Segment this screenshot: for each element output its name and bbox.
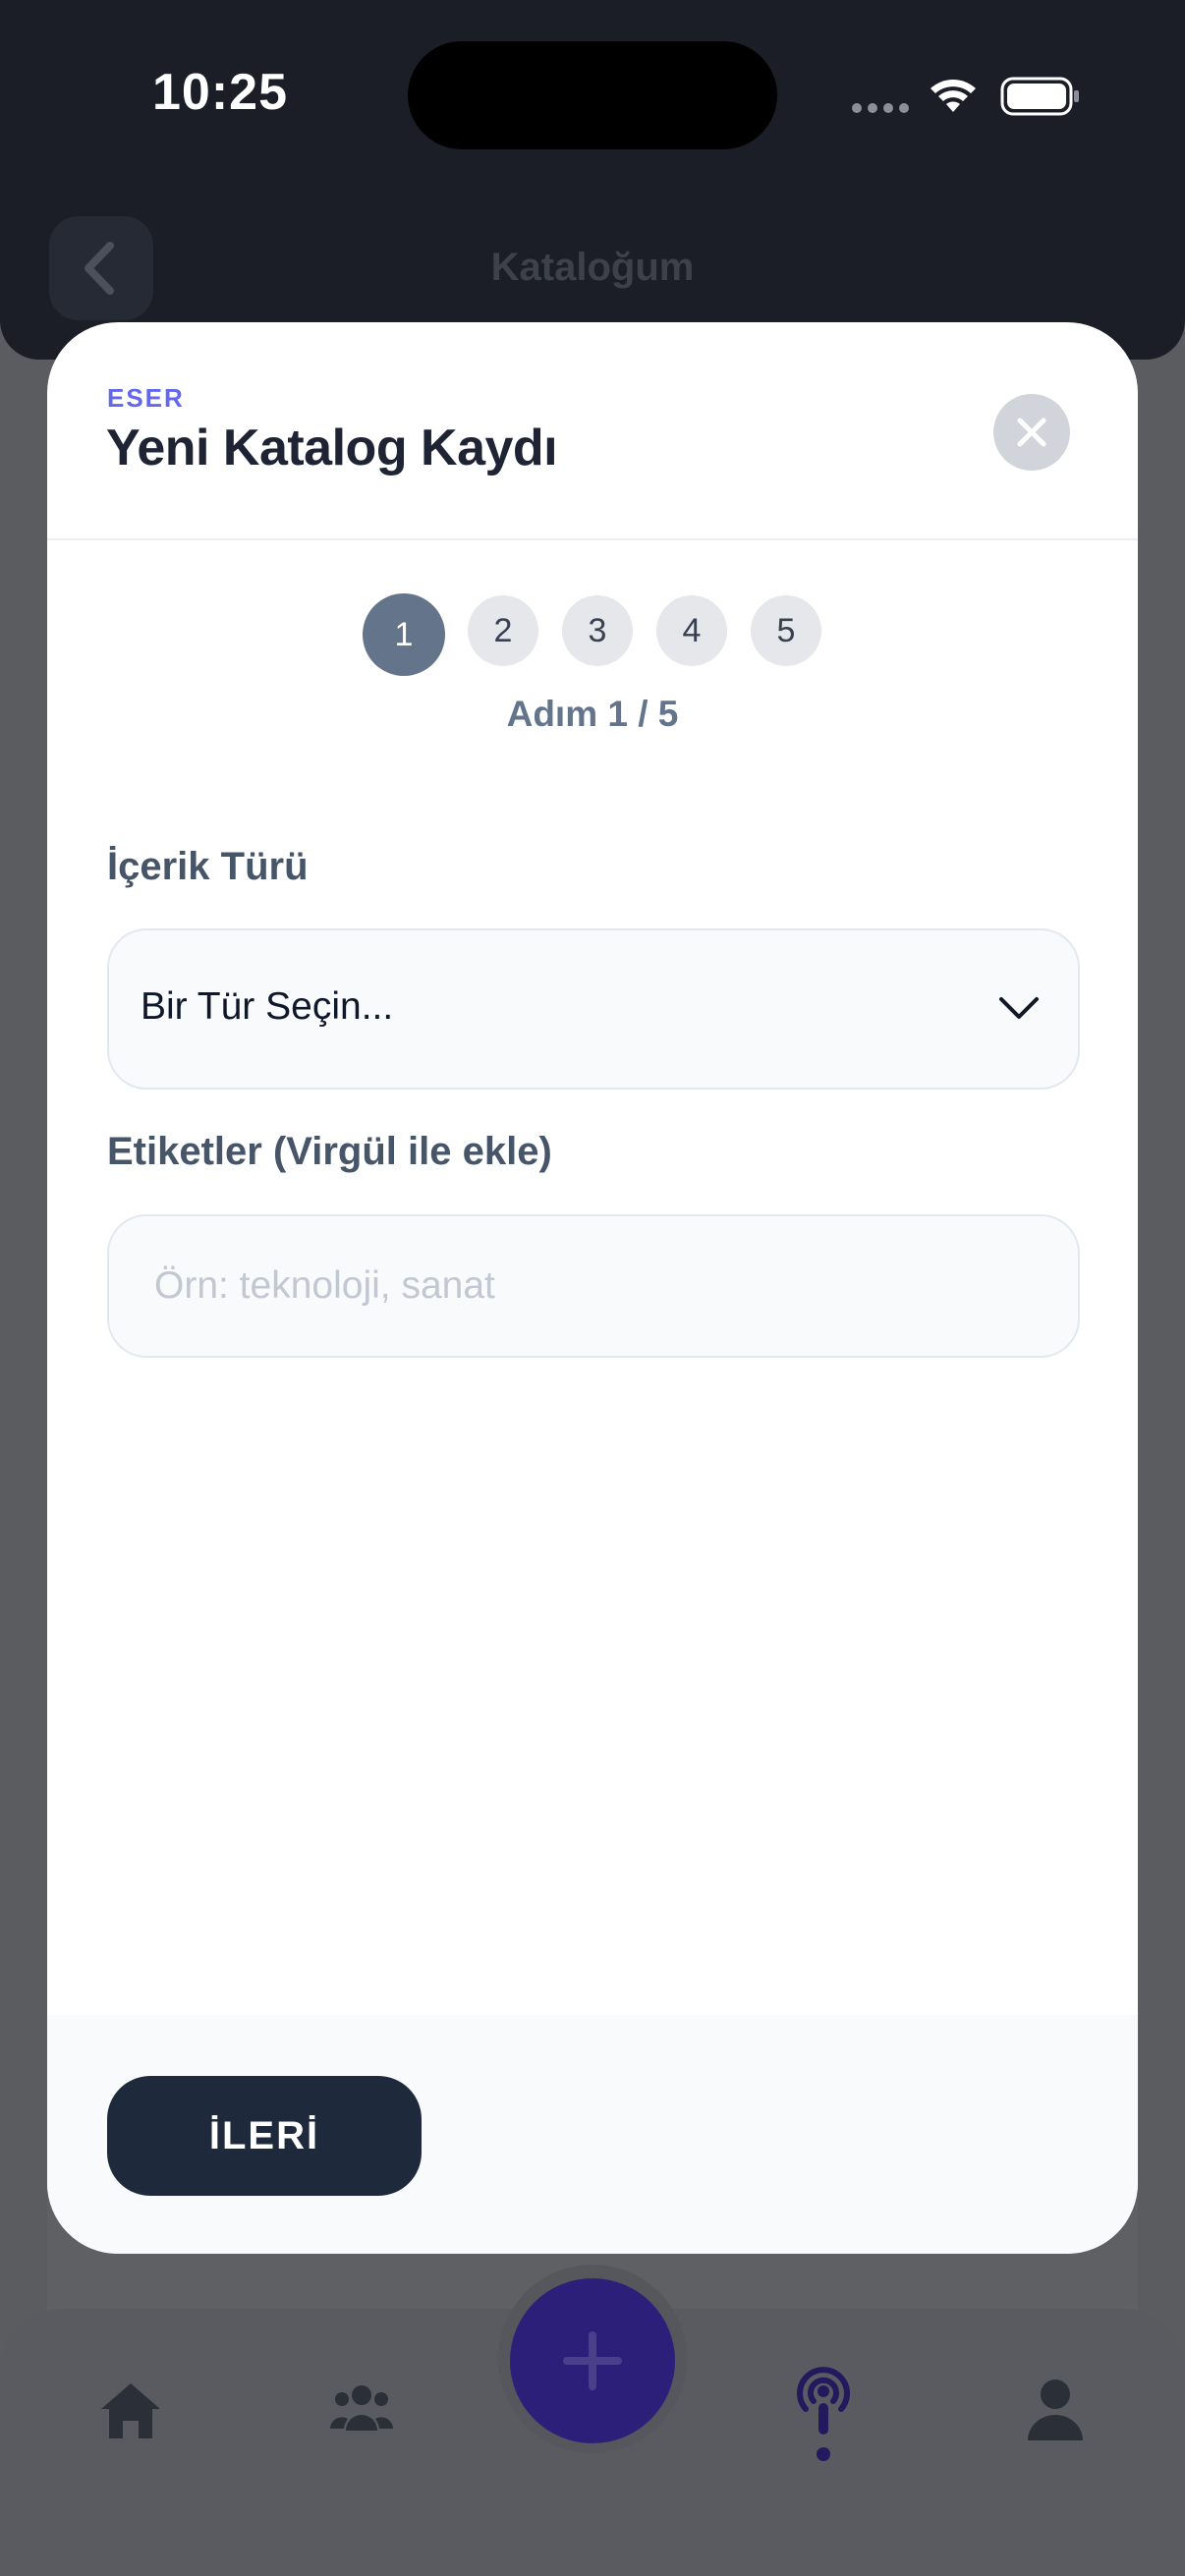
home-icon[interactable] [97, 2380, 164, 2442]
add-button[interactable] [510, 2278, 675, 2443]
header-title: Kataloğum [490, 246, 695, 289]
close-button[interactable] [993, 394, 1070, 471]
app-header: 10:25 Kataloğum [0, 0, 1185, 360]
step-indicator: 1 2 3 4 5 [47, 593, 1138, 684]
new-catalog-modal: ESER Yeni Katalog Kaydı 1 2 3 4 5 Adım 1… [47, 322, 1138, 2254]
next-button[interactable]: İLERİ [107, 2076, 422, 2196]
content-type-label: İçerik Türü [107, 845, 309, 888]
step-2: 2 [468, 595, 538, 666]
status-icons [852, 77, 1079, 116]
status-time: 10:25 [152, 64, 288, 121]
modal-title: Yeni Katalog Kaydı [106, 420, 558, 476]
podcast-icon[interactable] [794, 2362, 853, 2464]
wifi-icon [931, 80, 976, 112]
step-3: 3 [562, 595, 633, 666]
add-icon [563, 2331, 622, 2390]
dynamic-island [408, 41, 777, 149]
step-1: 1 [363, 593, 445, 676]
users-icon[interactable] [330, 2380, 393, 2438]
chevron-down-icon [999, 997, 1039, 1019]
content-type-value: Bir Tür Seçin... [141, 985, 394, 1028]
modal-eyebrow: ESER [107, 383, 185, 413]
cellular-dots-icon [852, 103, 909, 113]
profile-icon[interactable] [1026, 2378, 1085, 2442]
step-5: 5 [751, 595, 821, 666]
content-type-select[interactable]: Bir Tür Seçin... [107, 928, 1080, 1090]
battery-icon [1000, 77, 1079, 116]
step-4: 4 [656, 595, 727, 666]
modal-header: ESER Yeni Katalog Kaydı [47, 322, 1138, 540]
close-icon [1017, 418, 1046, 447]
tags-input[interactable] [107, 1214, 1080, 1358]
step-caption: Adım 1 / 5 [506, 694, 679, 734]
tags-label: Etiketler (Virgül ile ekle) [107, 1130, 552, 1173]
